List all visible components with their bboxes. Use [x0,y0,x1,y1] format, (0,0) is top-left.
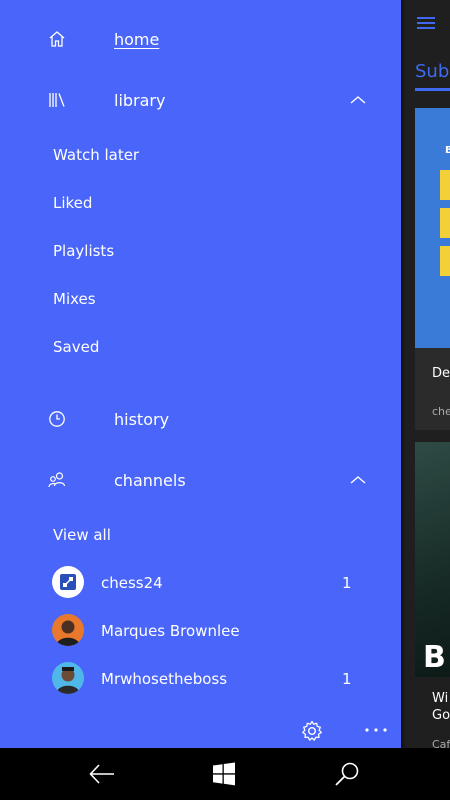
nav-item-history[interactable]: history [114,410,169,429]
thumbnail-graphic [440,170,450,284]
library-item-mixes[interactable]: Mixes [53,290,96,308]
nav-item-library[interactable]: library [114,91,165,110]
video-title: De [432,366,450,381]
library-icon [49,93,65,107]
nav-item-home[interactable]: home [114,30,159,49]
video-channel: che [432,405,450,418]
video-thumbnail[interactable]: B P [415,108,450,348]
chess24-logo-icon [60,574,76,590]
nav-item-channels[interactable]: channels [114,471,186,490]
people-icon [48,472,66,488]
chevron-up-icon[interactable] [349,474,367,486]
tab-underline [415,88,450,91]
navigation-pane: home library Watch later Liked Playlists… [0,0,401,748]
video-title: Wi Go [432,691,450,723]
more-dots-icon[interactable] [364,725,388,735]
chevron-up-icon[interactable] [349,94,367,106]
person-avatar-icon [56,620,80,646]
clock-icon [49,411,65,427]
avatar [52,566,84,598]
library-item-watch-later[interactable]: Watch later [53,146,139,164]
avatar [52,614,84,646]
channels-view-all[interactable]: View all [53,526,111,544]
library-item-playlists[interactable]: Playlists [53,242,114,260]
windows-start-icon[interactable] [212,762,236,786]
channel-new-count: 1 [342,670,352,688]
hamburger-menu-icon[interactable] [417,14,436,32]
home-icon [49,31,65,47]
gear-icon[interactable] [300,719,324,743]
library-item-saved[interactable]: Saved [53,338,99,356]
pane-shadow [401,0,406,748]
avatar [52,662,84,694]
thumbnail-logo: B [423,640,446,675]
person-avatar-icon [56,667,80,694]
subscriptions-tab[interactable]: Subs [415,61,450,82]
library-item-liked[interactable]: Liked [53,194,92,212]
search-icon[interactable] [334,761,360,787]
channel-name[interactable]: Marques Brownlee [101,622,240,640]
back-arrow-icon[interactable] [88,762,116,786]
channel-name[interactable]: chess24 [101,574,163,592]
channel-new-count: 1 [342,574,352,592]
channel-name[interactable]: Mrwhosetheboss [101,670,227,688]
thumbnail-text: B [445,145,450,156]
